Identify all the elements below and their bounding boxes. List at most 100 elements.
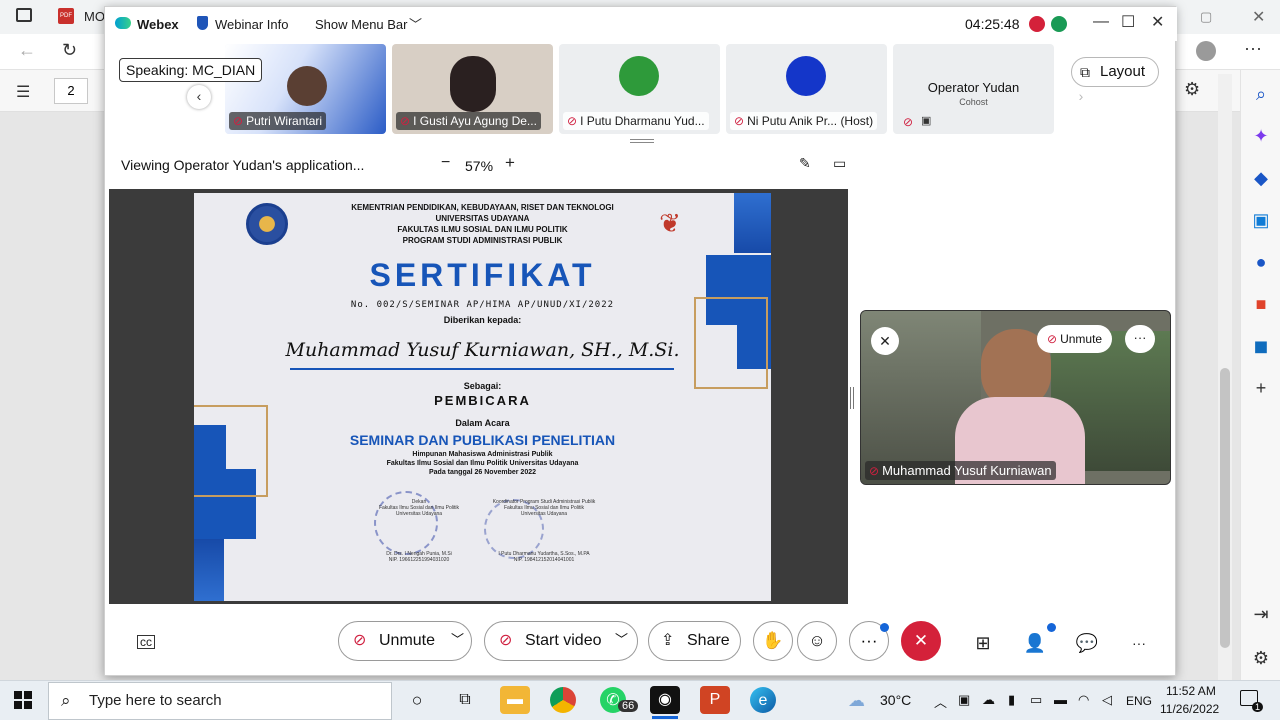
cert-role: PEMBICARA [434,393,531,408]
cert-organizer-line: Fakultas Ilmu Sosial dan Ilmu Politik Un… [386,460,579,467]
reactions-button[interactable]: ☺ [797,621,837,661]
weather-temp[interactable]: 30°C [880,692,911,708]
cert-number: No. 002/S/SEMINAR AP/HIMA AP/UNUD/XI/202… [350,300,615,310]
powerpoint-icon[interactable]: P [700,686,730,714]
weather-icon[interactable]: ☁ [848,691,865,711]
clock-date[interactable]: 11/26/2022 [1160,702,1219,716]
tools-icon[interactable]: ▣ [1249,208,1273,232]
page-number-input[interactable]: 2 [54,78,88,104]
share-label: Share [687,632,730,649]
unpin-button[interactable]: ✕ [871,327,899,355]
search-icon[interactable]: ⌕ [1249,82,1273,106]
scrollbar-thumb[interactable] [1220,368,1230,648]
cert-organizer-line: Pada tanggal 26 November 2022 [429,469,536,476]
participant-video [450,56,496,112]
remote-control-icon[interactable]: ▭ [833,155,846,172]
copilot-icon[interactable]: ✦ [1249,124,1273,148]
list-icon[interactable]: ☰ [16,82,30,102]
closed-captions-icon[interactable]: cc [137,635,155,649]
outlook-icon[interactable]: ◼ [1249,334,1273,358]
language-indicator[interactable]: ENG [1126,694,1152,708]
taskbar-search-box[interactable]: ⌕ Type here to search [48,682,392,720]
battery-icon[interactable]: ▬ [1054,692,1067,707]
participant-tile[interactable]: ⊘ Ni Putu Anik Pr... (Host) [726,44,887,134]
settings-icon[interactable]: ⚙ [1184,79,1200,100]
muted-mic-icon: ⊘ [734,114,745,128]
avatar[interactable] [1196,41,1216,61]
chrome-icon[interactable] [550,687,576,713]
chevron-down-icon[interactable]: ﹀ [615,621,628,659]
games-icon[interactable]: ● [1249,250,1273,274]
leave-meeting-button[interactable]: ✕ [901,621,941,661]
shield-icon [197,16,208,30]
apps-icon[interactable]: ⊞ [971,631,995,655]
sidebar-settings-icon[interactable]: ⚙ [1249,646,1273,670]
annotate-icon[interactable]: ✎ [799,155,811,172]
layout-button[interactable]: ⧉ Layout [1071,57,1159,87]
muted-mic-icon: ⊘ [233,114,244,128]
recording-icon[interactable] [1029,16,1045,32]
clock-time[interactable]: 11:52 AM [1166,684,1216,698]
file-explorer-icon[interactable]: ▬ [500,686,530,714]
participant-tile[interactable]: ⊘ I Putu Dharmanu Yud... [559,44,720,134]
more-panels-icon[interactable]: ··· [1127,631,1151,655]
self-more-button[interactable]: ··· [1125,325,1155,353]
signature-right: Koordinator Program Studi Administrasi P… [474,499,614,563]
cert-recipient: Muhammad Yusuf Kurniawan, SH., M.Si. [285,339,680,361]
search-placeholder: Type here to search [89,692,222,709]
active-app-indicator [652,716,678,719]
share-button[interactable]: ⇪ Share [648,621,741,661]
task-view-icon[interactable]: ⧉ [450,686,480,714]
chevron-down-icon[interactable]: ﹀ [409,14,422,33]
cortana-icon[interactable]: ○ [402,686,432,714]
participant-tile[interactable]: Operator Yudan Cohost ⊘ ▣ [893,44,1054,134]
reload-icon[interactable]: ↻ [62,40,77,61]
tray-app-icon[interactable]: ▣ [958,692,970,708]
participant-tile[interactable]: ⊘ I Gusti Ayu Agung De... [392,44,553,134]
strip-next-button[interactable]: › [1069,85,1093,109]
mic-tray-icon[interactable]: ▮ [1008,692,1015,708]
close-icon[interactable]: ✕ [1252,7,1265,27]
window-close-icon[interactable]: ✕ [1151,12,1164,32]
wifi-icon[interactable]: ◠ [1078,692,1089,708]
minimize-icon[interactable]: ▢ [1200,9,1212,25]
chat-icon[interactable]: 💬 [1075,631,1099,655]
zoom-out-button[interactable]: − [441,154,450,172]
self-unmute-button[interactable]: ⊘ Unmute [1037,325,1113,353]
browser-tab-title[interactable]: MO [84,9,105,24]
back-arrow-icon[interactable]: ← [18,40,36,61]
webinar-info-menu[interactable]: Webinar Info [215,17,288,32]
tab-actions-icon[interactable] [16,8,32,22]
strip-prev-button[interactable]: ‹ [187,85,211,109]
participants-icon[interactable]: 👤 [1023,631,1047,655]
webex-title-bar: Webex Webinar Info Show Menu Bar ﹀ 04:25… [105,7,1177,41]
meeting-clock: 04:25:48 [965,16,1020,32]
splitter-handle[interactable] [850,387,854,409]
unmute-button[interactable]: ⊘ Unmute ﹀ [338,621,472,661]
webex-window: Webex Webinar Info Show Menu Bar ﹀ 04:25… [104,6,1177,676]
display-icon[interactable]: ▭ [1030,692,1042,708]
office-icon[interactable]: ■ [1249,292,1273,316]
edge-icon[interactable]: e [750,687,776,713]
app-name: Webex [137,17,179,32]
chevron-down-icon[interactable]: ﹀ [451,621,464,659]
shopping-tag-icon[interactable]: ◆ [1249,166,1273,190]
volume-icon[interactable]: ◁ [1102,692,1112,708]
more-menu-icon[interactable]: ··· [1244,38,1262,59]
start-button[interactable] [14,691,32,709]
network-stats-icon[interactable] [1051,16,1067,32]
raise-hand-button[interactable]: ✋ [753,621,793,661]
webex-taskbar-icon[interactable]: ◉ [650,686,680,714]
tray-chevron-icon[interactable]: ︿ [934,692,947,711]
resize-handle[interactable] [630,139,654,143]
show-menu-bar-button[interactable]: Show Menu Bar [315,17,408,32]
window-minimize-icon[interactable]: — [1093,13,1109,31]
zoom-in-button[interactable]: + [505,153,515,173]
viewing-text: Viewing Operator Yudan's application... [121,157,365,173]
split-screen-icon[interactable]: ⇥ [1249,602,1273,626]
search-icon: ⌕ [61,691,71,710]
start-video-button[interactable]: ⊘ Start video ﹀ [484,621,638,661]
add-icon[interactable]: + [1249,376,1273,400]
window-maximize-icon[interactable]: ☐ [1121,12,1135,32]
onedrive-icon[interactable]: ☁ [982,692,995,708]
